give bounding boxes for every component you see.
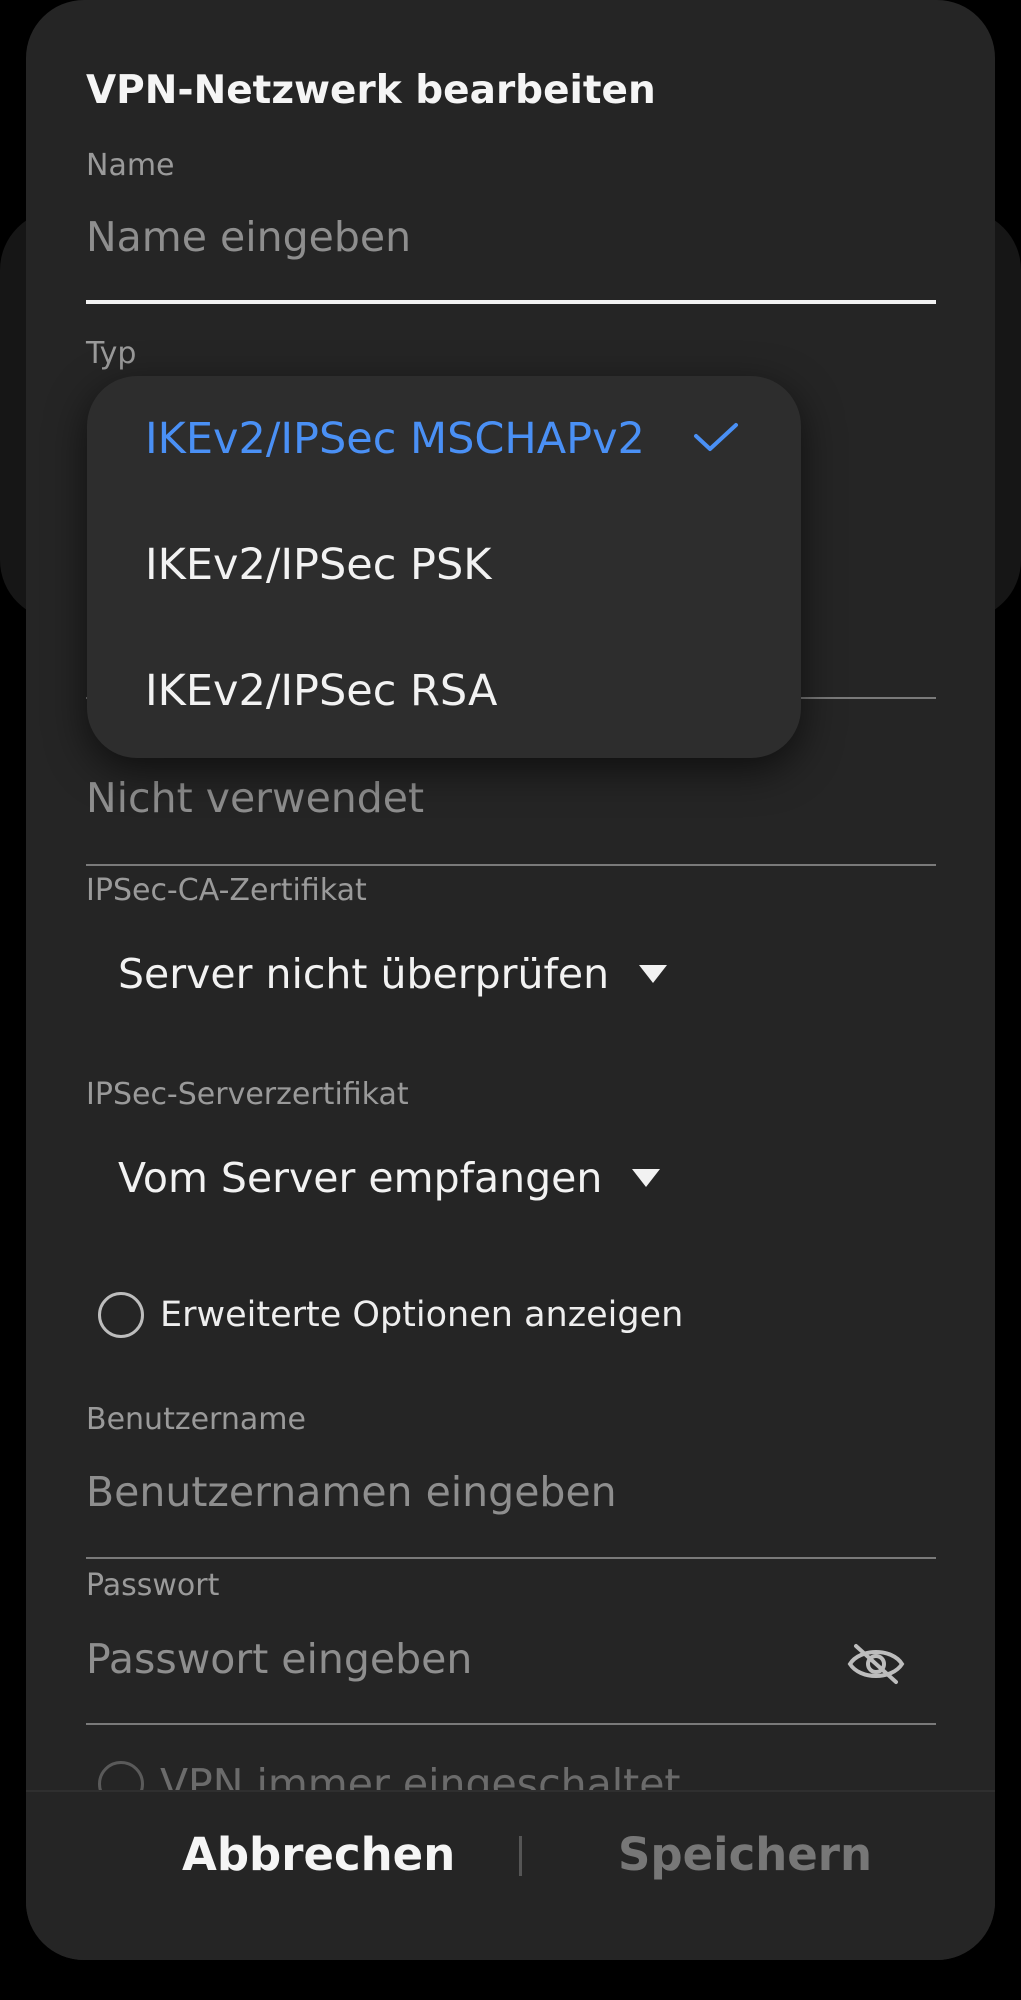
advanced-options-toggle[interactable]: Erweiterte Optionen anzeigen xyxy=(98,1292,683,1338)
ca-cert-label: IPSec-CA-Zertifikat xyxy=(86,873,367,908)
server-cert-value: Vom Server empfangen xyxy=(118,1154,603,1202)
identifier-underline xyxy=(86,864,936,866)
name-input-underline xyxy=(86,300,936,304)
username-label: Benutzername xyxy=(86,1402,306,1437)
cancel-button[interactable]: Abbrechen xyxy=(182,1828,455,1881)
username-underline xyxy=(86,1557,936,1559)
ca-cert-value: Server nicht überprüfen xyxy=(118,950,610,998)
dropdown-item-rsa[interactable]: IKEv2/IPSec RSA xyxy=(145,666,497,716)
eye-off-icon[interactable] xyxy=(846,1642,906,1686)
check-icon xyxy=(694,423,738,451)
caret-down-icon[interactable] xyxy=(632,1169,661,1187)
name-input[interactable]: Name eingeben xyxy=(86,213,411,261)
caret-down-icon[interactable] xyxy=(639,965,668,983)
dropdown-item-psk[interactable]: IKEv2/IPSec PSK xyxy=(145,540,491,590)
server-cert-select[interactable]: Vom Server empfangen xyxy=(118,1154,661,1202)
password-label: Passwort xyxy=(86,1568,220,1603)
save-button[interactable]: Speichern xyxy=(618,1828,872,1881)
username-input[interactable]: Benutzernamen eingeben xyxy=(86,1468,617,1516)
identifier-input[interactable]: Nicht verwendet xyxy=(86,774,424,822)
ca-cert-select[interactable]: Server nicht überprüfen xyxy=(118,950,668,998)
advanced-options-radio[interactable] xyxy=(98,1292,144,1338)
password-input[interactable]: Passwort eingeben xyxy=(86,1635,472,1683)
type-dropdown-menu: IKEv2/IPSec MSCHAPv2 IKEv2/IPSec PSK IKE… xyxy=(87,376,801,758)
name-label: Name xyxy=(86,148,175,183)
server-cert-label: IPSec-Serverzertifikat xyxy=(86,1077,409,1112)
type-label: Typ xyxy=(86,336,137,371)
dialog-title: VPN-Netzwerk bearbeiten xyxy=(86,68,656,113)
button-separator xyxy=(519,1836,522,1876)
advanced-options-label: Erweiterte Optionen anzeigen xyxy=(160,1295,684,1335)
password-underline xyxy=(86,1723,936,1725)
vpn-edit-dialog: VPN-Netzwerk bearbeiten Name Name eingeb… xyxy=(26,0,995,1960)
dropdown-item-mschapv2[interactable]: IKEv2/IPSec MSCHAPv2 xyxy=(145,414,645,464)
